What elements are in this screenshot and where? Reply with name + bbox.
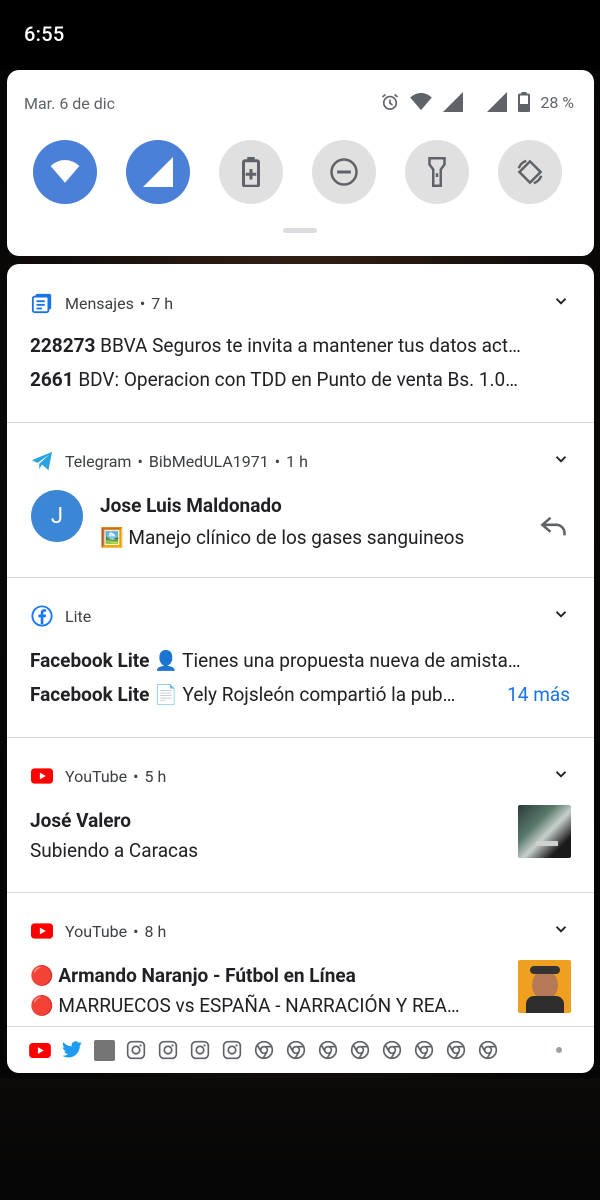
instagram-icon bbox=[221, 1039, 243, 1061]
notification-title: José Valero bbox=[30, 809, 131, 832]
date-label[interactable]: Mar. 6 de dic bbox=[24, 94, 115, 113]
message-line: Facebook Lite 📄 Yely Rojsleón compartió … bbox=[30, 683, 456, 706]
chevron-down-icon[interactable] bbox=[552, 450, 570, 468]
status-icons: 28 % bbox=[380, 92, 574, 112]
battery-saver-tile[interactable] bbox=[219, 140, 283, 204]
app-name: Lite bbox=[65, 606, 92, 626]
wifi-icon bbox=[50, 160, 80, 183]
chrome-icon bbox=[253, 1039, 275, 1061]
notifications-panel: Mensajes • 7 h 228273 BBVA Seguros te in… bbox=[7, 264, 594, 1073]
notification-text: 🖼️ Manejo clínico de los gases sanguineo… bbox=[100, 526, 465, 549]
youtube-icon bbox=[31, 920, 53, 942]
notification-time: 1 h bbox=[286, 451, 308, 471]
chevron-down-icon[interactable] bbox=[552, 765, 570, 783]
app-name: Mensajes bbox=[65, 293, 134, 313]
quick-settings-panel: Mar. 6 de dic 28 % bbox=[7, 70, 594, 256]
signal-icon bbox=[442, 92, 464, 112]
more-count[interactable]: 14 más bbox=[507, 683, 570, 706]
instagram-icon bbox=[157, 1039, 179, 1061]
battery-percent: 28 % bbox=[540, 92, 574, 112]
notification-title: Jose Luis Maldonado bbox=[100, 494, 282, 517]
facebook-icon bbox=[31, 605, 53, 627]
expand-handle[interactable] bbox=[283, 228, 317, 233]
notification-time: 7 h bbox=[151, 293, 174, 313]
avatar: J bbox=[31, 490, 83, 542]
do-not-disturb-tile[interactable] bbox=[312, 140, 376, 204]
alarm-icon bbox=[380, 92, 400, 112]
notification-youtube[interactable]: YouTube • 5 h José Valero Subiendo a Car… bbox=[7, 737, 594, 893]
auto-rotate-tile[interactable] bbox=[498, 140, 562, 204]
chevron-down-icon[interactable] bbox=[552, 292, 570, 310]
chevron-down-icon[interactable] bbox=[552, 920, 570, 938]
notification-subtext: BibMedULA1971 bbox=[148, 451, 269, 471]
reply-icon[interactable] bbox=[540, 514, 568, 538]
video-thumbnail bbox=[518, 960, 571, 1013]
clock: 6:55 bbox=[24, 22, 65, 46]
more-dot-icon bbox=[556, 1047, 562, 1053]
wallpaper-bottom bbox=[0, 1078, 600, 1200]
notification-header: YouTube • 5 h bbox=[31, 765, 166, 787]
chrome-icon bbox=[413, 1039, 435, 1061]
chrome-icon bbox=[317, 1039, 339, 1061]
notification-title: 🔴 Armando Naranjo - Fútbol en Línea bbox=[30, 964, 356, 987]
chevron-down-icon[interactable] bbox=[552, 605, 570, 623]
chrome-icon bbox=[285, 1039, 307, 1061]
do-not-disturb-icon bbox=[330, 158, 358, 186]
instagram-icon bbox=[189, 1039, 211, 1061]
overflow-icon-bar[interactable] bbox=[7, 1026, 594, 1073]
notification-youtube[interactable]: YouTube • 8 h 🔴 Armando Naranjo - Fútbol… bbox=[7, 892, 594, 1026]
quick-tiles bbox=[33, 140, 562, 204]
app-name: Telegram bbox=[65, 451, 132, 471]
signal-icon bbox=[143, 157, 173, 187]
message-line: 2661 BDV: Operacion con TDD en Punto de … bbox=[30, 368, 518, 391]
youtube-icon bbox=[29, 1039, 51, 1061]
app-name: YouTube bbox=[65, 766, 128, 786]
notification-text: 🔴 MARRUECOS vs ESPAÑA - NARRACIÓN Y REA… bbox=[30, 994, 460, 1017]
app-icon bbox=[93, 1039, 115, 1061]
notification-text: Subiendo a Caracas bbox=[30, 839, 199, 862]
flashlight-icon bbox=[428, 157, 446, 187]
auto-rotate-icon bbox=[517, 159, 543, 185]
wifi-tile[interactable] bbox=[33, 140, 97, 204]
video-thumbnail bbox=[518, 805, 571, 858]
mobile-data-tile[interactable] bbox=[126, 140, 190, 204]
notification-header: Lite bbox=[31, 605, 91, 627]
messages-icon bbox=[31, 292, 53, 314]
chrome-icon bbox=[477, 1039, 499, 1061]
chrome-icon bbox=[349, 1039, 371, 1061]
instagram-icon bbox=[125, 1039, 147, 1061]
notification-facebook-lite[interactable]: Lite Facebook Lite 👤 Tienes una propuest… bbox=[7, 577, 594, 738]
message-line: Facebook Lite 👤 Tienes una propuesta nue… bbox=[30, 649, 521, 672]
youtube-icon bbox=[31, 765, 53, 787]
app-name: YouTube bbox=[65, 921, 128, 941]
chrome-icon bbox=[381, 1039, 403, 1061]
notification-header: YouTube • 8 h bbox=[31, 920, 166, 942]
chrome-icon bbox=[445, 1039, 467, 1061]
signal-icon bbox=[486, 92, 508, 112]
status-bar: 6:55 bbox=[0, 0, 600, 70]
notification-header: Telegram • BibMedULA1971 • 1 h bbox=[31, 450, 308, 472]
telegram-icon bbox=[31, 450, 53, 472]
notification-time: 5 h bbox=[144, 766, 167, 786]
notification-header: Mensajes • 7 h bbox=[31, 292, 173, 314]
notification-time: 8 h bbox=[144, 921, 167, 941]
battery-saver-icon bbox=[242, 157, 260, 187]
message-line: 228273 BBVA Seguros te invita a mantener… bbox=[30, 334, 521, 357]
flashlight-tile[interactable] bbox=[405, 140, 469, 204]
notification-messages[interactable]: Mensajes • 7 h 228273 BBVA Seguros te in… bbox=[7, 264, 594, 423]
battery-icon bbox=[518, 92, 531, 112]
twitter-icon bbox=[61, 1039, 83, 1061]
wifi-status-icon bbox=[410, 93, 433, 111]
notification-telegram[interactable]: Telegram • BibMedULA1971 • 1 h J Jose Lu… bbox=[7, 422, 594, 578]
